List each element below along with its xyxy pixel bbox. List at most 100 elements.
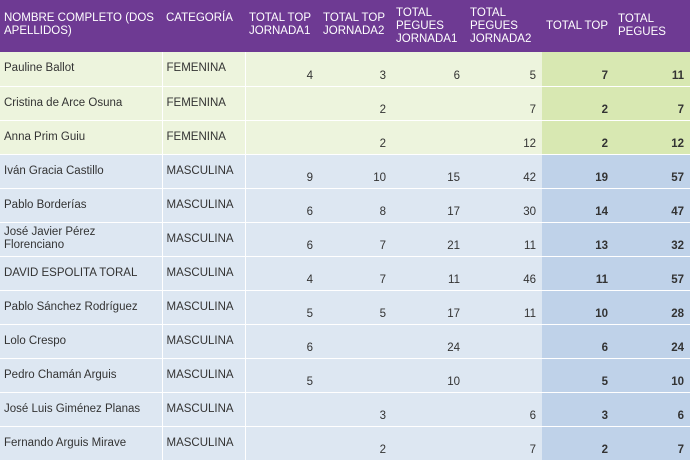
cell-total-pegues[interactable]: 57 [614, 256, 690, 291]
cell-category[interactable]: MASCULINA [162, 222, 246, 257]
cell-full-name[interactable]: Iván Gracia Castillo [0, 154, 163, 189]
cell-pegues-j2[interactable]: 11 [466, 290, 542, 325]
cell-top-j1[interactable]: 9 [245, 154, 319, 189]
cell-total-pegues[interactable]: 28 [614, 290, 690, 325]
cell-pegues-j1[interactable] [392, 86, 466, 121]
cell-pegues-j1[interactable]: 10 [392, 358, 466, 393]
cell-total-pegues[interactable]: 6 [614, 391, 690, 427]
cell-top-j2[interactable]: 3 [319, 391, 392, 427]
cell-pegues-j2[interactable]: 46 [466, 256, 542, 291]
cell-top-j1[interactable]: 5 [245, 290, 319, 325]
cell-category[interactable]: FEMENINA [162, 52, 246, 87]
cell-pegues-j1[interactable]: 11 [392, 256, 466, 291]
cell-top-j1[interactable]: 6 [245, 324, 319, 359]
cell-pegues-j1[interactable]: 24 [392, 324, 466, 359]
cell-full-name[interactable]: Anna Prim Guiu [0, 120, 163, 155]
cell-top-j2[interactable]: 7 [319, 256, 392, 291]
cell-pegues-j2[interactable]: 7 [466, 86, 542, 121]
cell-top-j1[interactable] [245, 120, 319, 155]
cell-top-j1[interactable]: 4 [245, 256, 319, 291]
cell-total-pegues[interactable]: 7 [614, 86, 690, 121]
cell-top-j1[interactable]: 5 [245, 358, 319, 393]
cell-pegues-j1[interactable]: 17 [392, 188, 466, 223]
header-total-top-j2[interactable]: TOTAL TOP JORNADA2 [319, 0, 392, 52]
cell-pegues-j2[interactable]: 6 [466, 391, 542, 427]
cell-top-j2[interactable]: 8 [319, 188, 392, 223]
cell-pegues-j2[interactable]: 11 [466, 222, 542, 257]
cell-category[interactable]: MASCULINA [162, 256, 246, 291]
cell-top-j1[interactable] [245, 426, 319, 461]
header-total-pegues-j1[interactable]: TOTAL PEGUES JORNADA1 [392, 0, 466, 52]
cell-top-j2[interactable] [319, 324, 392, 359]
cell-top-j1[interactable] [245, 86, 319, 121]
cell-pegues-j2[interactable]: 5 [466, 52, 542, 87]
header-total-top[interactable]: TOTAL TOP [542, 0, 614, 52]
cell-top-j1[interactable]: 4 [245, 52, 319, 87]
cell-full-name[interactable]: Lolo Crespo [0, 324, 163, 359]
cell-pegues-j2[interactable] [466, 358, 542, 393]
cell-total-top[interactable]: 6 [542, 324, 614, 359]
cell-total-top[interactable]: 3 [542, 391, 614, 427]
cell-category[interactable]: MASCULINA [162, 290, 246, 325]
cell-pegues-j2[interactable]: 30 [466, 188, 542, 223]
header-category[interactable]: CATEGORÍA [162, 0, 245, 52]
cell-total-pegues[interactable]: 47 [614, 188, 690, 223]
cell-total-pegues[interactable]: 32 [614, 222, 690, 257]
cell-total-top[interactable]: 11 [542, 256, 614, 291]
cell-total-pegues[interactable]: 11 [614, 52, 690, 87]
header-total-pegues[interactable]: TOTAL PEGUES [614, 0, 690, 52]
cell-total-top[interactable]: 14 [542, 188, 614, 223]
cell-top-j2[interactable]: 5 [319, 290, 392, 325]
cell-full-name[interactable]: Pablo Sánchez Rodríguez [0, 290, 163, 325]
header-total-top-j1[interactable]: TOTAL TOP JORNADA1 [245, 0, 319, 52]
cell-category[interactable]: MASCULINA [162, 154, 246, 189]
cell-category[interactable]: MASCULINA [162, 188, 246, 223]
cell-full-name[interactable]: Pedro Chamán Arguis [0, 358, 163, 393]
cell-pegues-j1[interactable]: 6 [392, 52, 466, 87]
cell-total-top[interactable]: 13 [542, 222, 614, 257]
cell-total-pegues[interactable]: 57 [614, 154, 690, 189]
cell-top-j2[interactable]: 2 [319, 120, 392, 155]
cell-total-top[interactable]: 5 [542, 358, 614, 393]
cell-full-name[interactable]: Cristina de Arce Osuna [0, 86, 163, 121]
cell-category[interactable]: FEMENINA [162, 86, 246, 121]
cell-pegues-j1[interactable] [392, 391, 466, 427]
cell-pegues-j2[interactable] [466, 324, 542, 359]
cell-top-j2[interactable]: 2 [319, 86, 392, 121]
cell-pegues-j1[interactable] [392, 426, 466, 461]
header-full-name[interactable]: NOMBRE COMPLETO (DOS APELLIDOS) [0, 0, 162, 52]
cell-top-j1[interactable]: 6 [245, 188, 319, 223]
cell-pegues-j2[interactable]: 12 [466, 120, 542, 155]
cell-top-j2[interactable] [319, 358, 392, 393]
cell-pegues-j1[interactable]: 21 [392, 222, 466, 257]
cell-full-name[interactable]: Pauline Ballot [0, 52, 163, 87]
cell-total-pegues[interactable]: 10 [614, 358, 690, 393]
cell-full-name[interactable]: DAVID ESPOLITA TORAL [0, 256, 163, 291]
cell-pegues-j1[interactable] [392, 120, 466, 155]
cell-full-name[interactable]: Fernando Arguis Mirave [0, 426, 163, 461]
cell-pegues-j2[interactable]: 42 [466, 154, 542, 189]
cell-top-j2[interactable]: 10 [319, 154, 392, 189]
cell-top-j2[interactable]: 7 [319, 222, 392, 257]
cell-total-pegues[interactable]: 24 [614, 324, 690, 359]
cell-top-j2[interactable]: 3 [319, 52, 392, 87]
cell-pegues-j1[interactable]: 17 [392, 290, 466, 325]
header-total-pegues-j2[interactable]: TOTAL PEGUES JORNADA2 [466, 0, 542, 52]
cell-full-name[interactable]: José Luis Giménez Planas [0, 391, 163, 427]
cell-total-top[interactable]: 2 [542, 120, 614, 155]
cell-full-name[interactable]: José Javier Pérez Florenciano [0, 222, 163, 257]
cell-category[interactable]: MASCULINA [162, 324, 246, 359]
cell-total-top[interactable]: 2 [542, 86, 614, 121]
cell-total-pegues[interactable]: 12 [614, 120, 690, 155]
cell-category[interactable]: MASCULINA [162, 426, 246, 461]
cell-top-j2[interactable]: 2 [319, 426, 392, 461]
cell-total-top[interactable]: 7 [542, 52, 614, 87]
cell-category[interactable]: FEMENINA [162, 120, 246, 155]
cell-total-top[interactable]: 10 [542, 290, 614, 325]
cell-full-name[interactable]: Pablo Borderías [0, 188, 163, 223]
cell-pegues-j2[interactable]: 7 [466, 426, 542, 461]
cell-total-top[interactable]: 2 [542, 426, 614, 461]
cell-category[interactable]: MASCULINA [162, 358, 246, 393]
cell-pegues-j1[interactable]: 15 [392, 154, 466, 189]
cell-category[interactable]: MASCULINA [162, 391, 246, 427]
